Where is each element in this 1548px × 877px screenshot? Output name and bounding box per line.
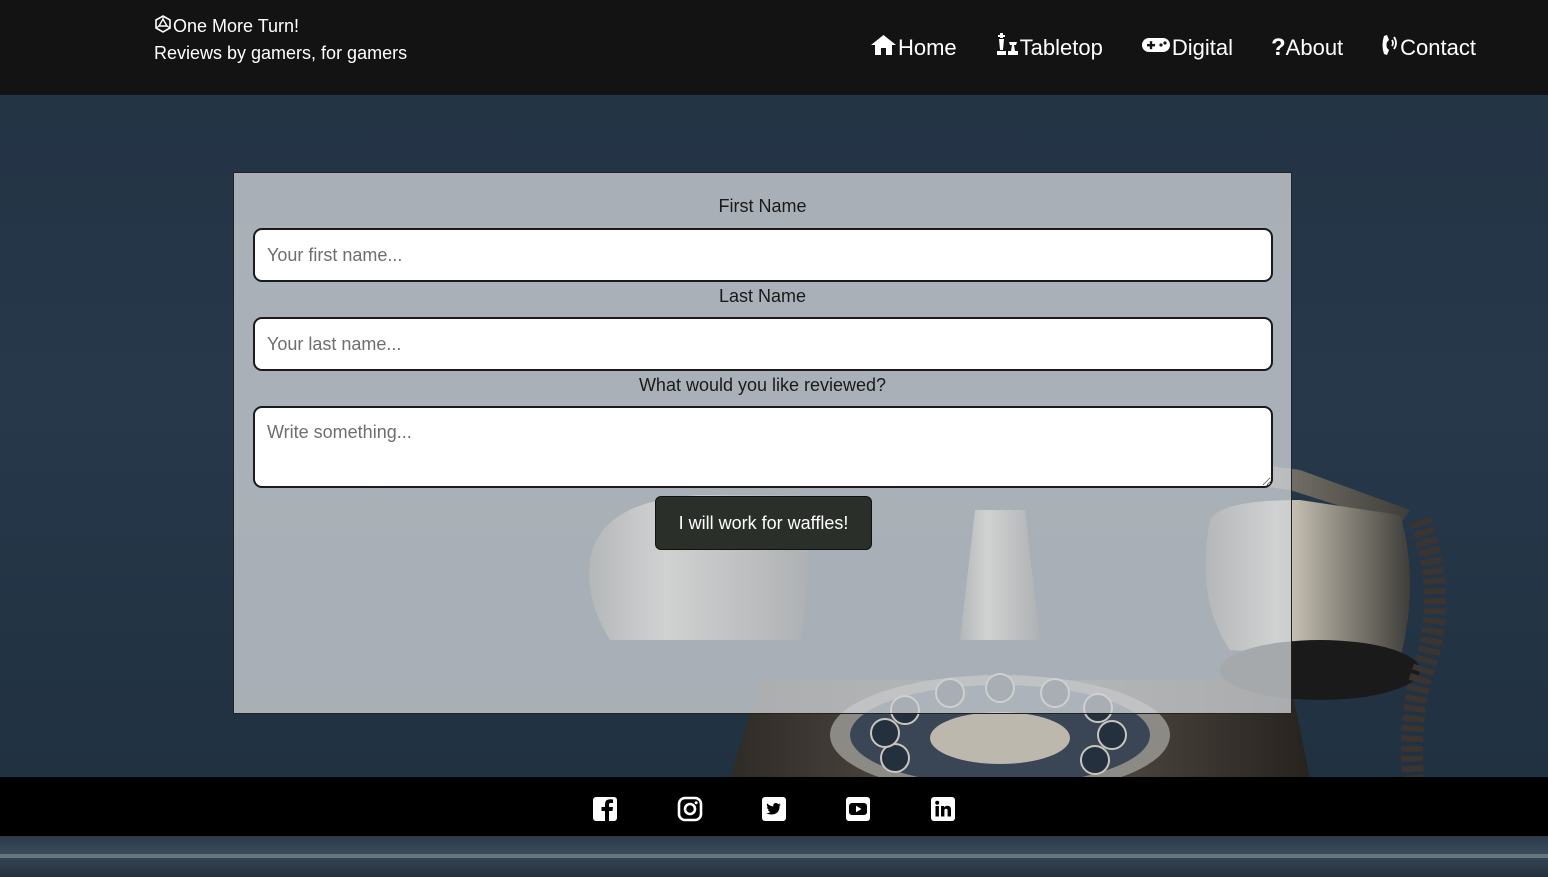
last-name-field[interactable]	[253, 317, 1273, 371]
submit-button[interactable]: I will work for waffles!	[655, 496, 872, 550]
facebook-icon[interactable]	[592, 796, 618, 822]
nav-about[interactable]: ? About	[1271, 31, 1343, 65]
site-footer	[0, 777, 1548, 836]
first-name-label: First Name	[718, 196, 807, 216]
brand[interactable]: One More Turn! Reviews by gamers, for ga…	[154, 14, 407, 64]
site-header: One More Turn! Reviews by gamers, for ga…	[0, 0, 1548, 95]
review-request-label: What would you like reviewed?	[638, 375, 887, 395]
instagram-icon[interactable]	[677, 796, 703, 822]
gamepad-icon	[1141, 35, 1172, 61]
phone-volume-icon	[1381, 33, 1400, 63]
review-request-textarea[interactable]	[253, 406, 1273, 488]
brand-tagline: Reviews by gamers, for gamers	[154, 43, 408, 63]
main-nav: Home Tabletop Digital ? About Contact	[832, 31, 1476, 65]
brand-title-row[interactable]: One More Turn!	[154, 14, 407, 38]
brand-title: One More Turn!	[173, 15, 300, 36]
youtube-icon[interactable]	[845, 796, 871, 822]
first-name-field[interactable]	[253, 228, 1273, 282]
twitter-icon[interactable]	[761, 796, 787, 822]
bottom-divider	[0, 854, 1548, 858]
nav-digital[interactable]: Digital	[1141, 31, 1233, 65]
chess-icon	[995, 33, 1020, 63]
nav-contact[interactable]: Contact	[1381, 31, 1476, 65]
nav-home-label: Home	[897, 35, 957, 60]
d20-dice-icon	[154, 14, 173, 38]
nav-home[interactable]: Home	[870, 31, 957, 65]
last-name-label: Last Name	[718, 286, 807, 306]
contact-form: First Name Last Name What would you like…	[233, 172, 1292, 714]
nav-digital-label: Digital	[1171, 35, 1233, 60]
nav-contact-label: Contact	[1400, 35, 1476, 60]
house-icon	[870, 34, 898, 62]
linkedin-icon[interactable]	[930, 796, 956, 822]
question-icon: ?	[1271, 34, 1286, 61]
nav-about-label: About	[1285, 35, 1344, 60]
nav-tabletop[interactable]: Tabletop	[995, 31, 1103, 65]
nav-tabletop-label: Tabletop	[1019, 35, 1103, 60]
